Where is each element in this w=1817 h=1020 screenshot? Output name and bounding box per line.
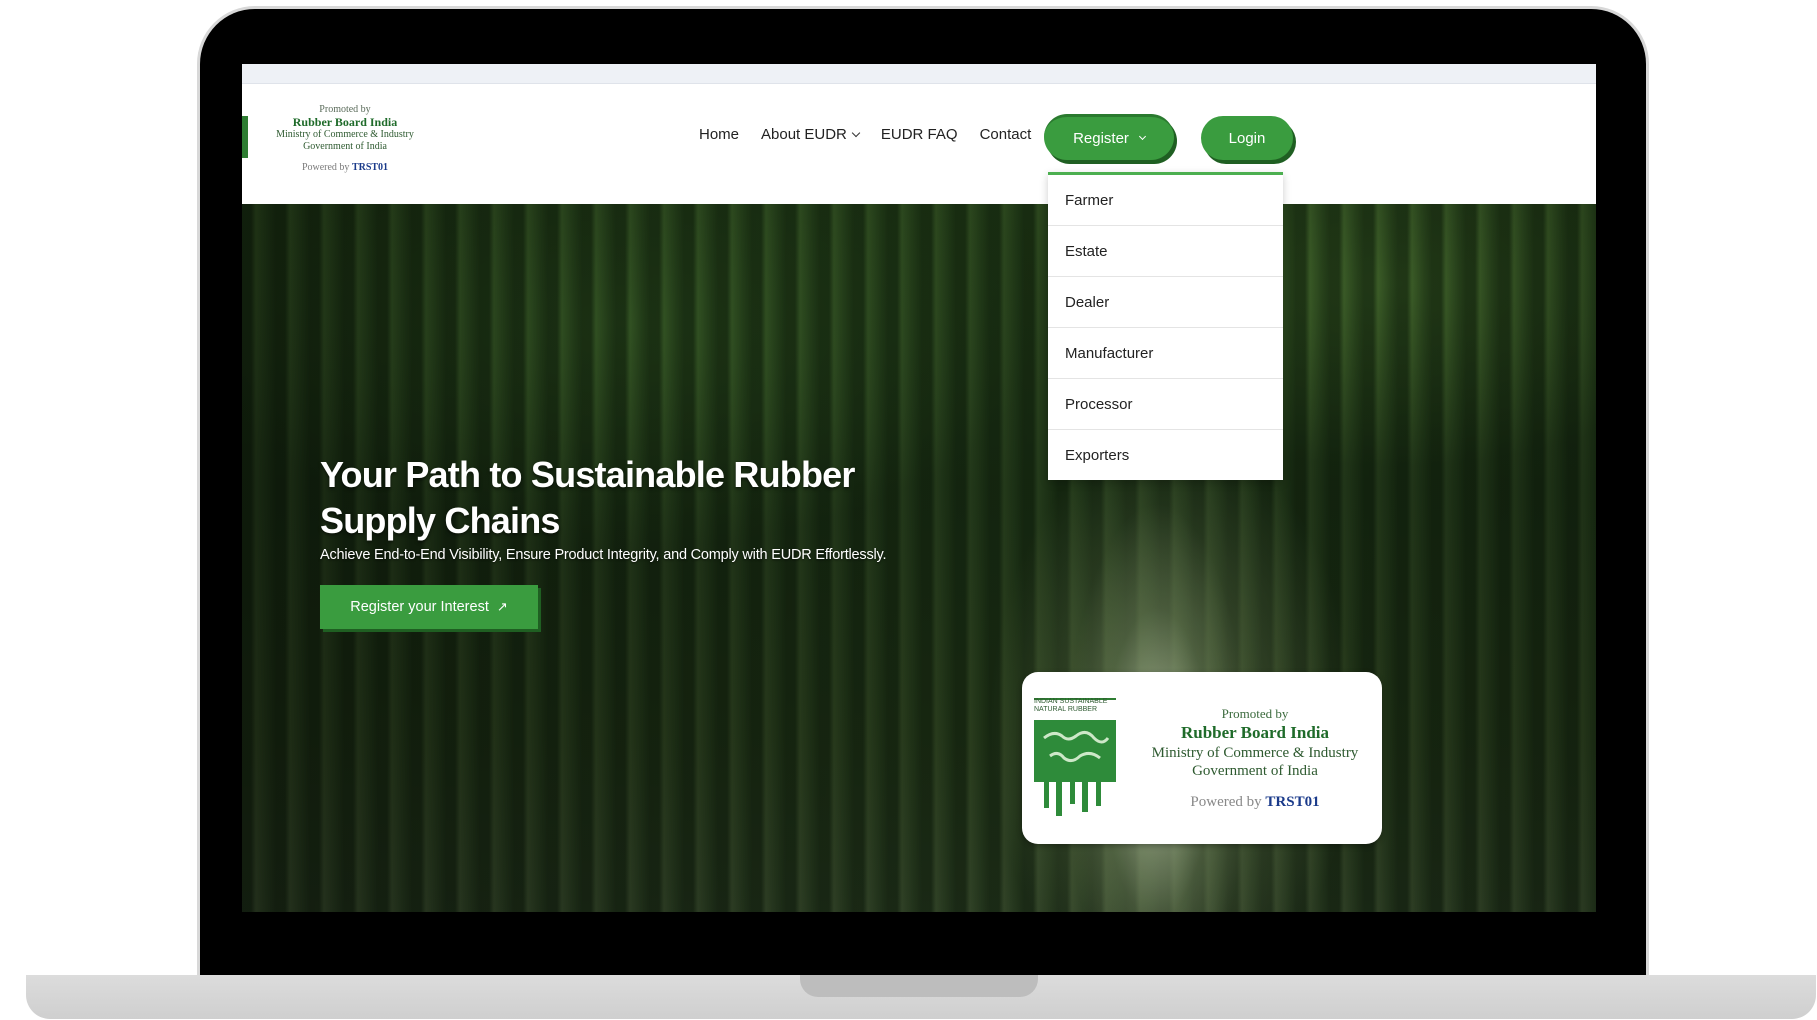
arrow-up-right-icon: ↗ xyxy=(496,599,508,614)
nav-contact[interactable]: Contact xyxy=(980,126,1032,143)
hero-title: Your Path to Sustainable Rubber Supply C… xyxy=(320,454,855,542)
laptop-notch xyxy=(800,975,1038,997)
promo-powered-by: Powered by TRST01 xyxy=(1132,793,1378,812)
logo-title: Rubber Board India xyxy=(292,114,398,129)
nav-about-eudr-label: About EUDR xyxy=(761,126,847,143)
register-interest-label: Register your Interest xyxy=(350,599,489,615)
promo-promoted-text: Promoted by xyxy=(1221,706,1289,721)
register-menu-exporters[interactable]: Exporters xyxy=(1048,430,1283,480)
register-button-label: Register xyxy=(1073,130,1129,147)
login-button[interactable]: Login xyxy=(1201,116,1293,160)
chevron-down-icon xyxy=(1138,132,1146,141)
logo-promoted-text: Promoted by xyxy=(319,104,371,115)
promo-badge-text: INDIAN SUSTAINABLE NATURAL RUBBER xyxy=(1034,698,1108,713)
logo-ministry: Ministry of Commerce & Industry xyxy=(276,129,414,141)
logo-powered-brand: TRST01 xyxy=(351,162,389,174)
chevron-down-icon xyxy=(851,128,861,137)
register-button[interactable]: Register xyxy=(1044,114,1174,160)
register-menu-processor[interactable]: Processor xyxy=(1048,379,1283,430)
site-header: Promoted by Rubber Board India Ministry … xyxy=(242,84,1596,204)
hero-subtitle: Achieve End-to-End Visibility, Ensure Pr… xyxy=(320,547,887,563)
promo-text-block: Promoted by Rubber Board India Ministry … xyxy=(1132,706,1378,812)
promo-powered-brand: TRST01 xyxy=(1265,794,1320,810)
hero-section: Your Path to Sustainable Rubber Supply C… xyxy=(242,204,1596,912)
register-menu-farmer[interactable]: Farmer xyxy=(1048,175,1283,226)
logo-powered-prefix: Powered by xyxy=(301,162,350,174)
register-menu-estate[interactable]: Estate xyxy=(1048,226,1283,277)
register-interest-button[interactable]: Register your Interest ↗ xyxy=(320,585,538,629)
promo-title: Rubber Board India xyxy=(1180,723,1329,743)
site-logo[interactable]: Promoted by Rubber Board India Ministry … xyxy=(242,104,430,174)
nav-eudr-faq[interactable]: EUDR FAQ xyxy=(881,126,958,143)
main-nav: Home About EUDR EUDR FAQ Contact xyxy=(699,126,1031,143)
sustainable-rubber-logo-icon xyxy=(1034,698,1116,816)
register-menu-dealer[interactable]: Dealer xyxy=(1048,277,1283,328)
nav-home[interactable]: Home xyxy=(699,126,739,143)
promo-powered-prefix: Powered by xyxy=(1190,794,1262,810)
top-strip xyxy=(242,64,1596,84)
promo-government: Government of India xyxy=(1192,763,1318,780)
browser-screen: Promoted by Rubber Board India Ministry … xyxy=(242,64,1596,912)
promo-card: INDIAN SUSTAINABLE NATURAL RUBBER Promot… xyxy=(1022,672,1382,844)
register-menu-manufacturer[interactable]: Manufacturer xyxy=(1048,328,1283,379)
logo-government: Government of India xyxy=(303,140,387,152)
logo-mark-icon xyxy=(242,116,248,158)
register-dropdown-menu: Farmer Estate Dealer Manufacturer Proces… xyxy=(1048,172,1283,480)
promo-ministry: Ministry of Commerce & Industry xyxy=(1151,744,1359,761)
logo-powered-by: Powered by TRST01 xyxy=(260,162,430,174)
nav-about-eudr[interactable]: About EUDR xyxy=(761,126,861,143)
